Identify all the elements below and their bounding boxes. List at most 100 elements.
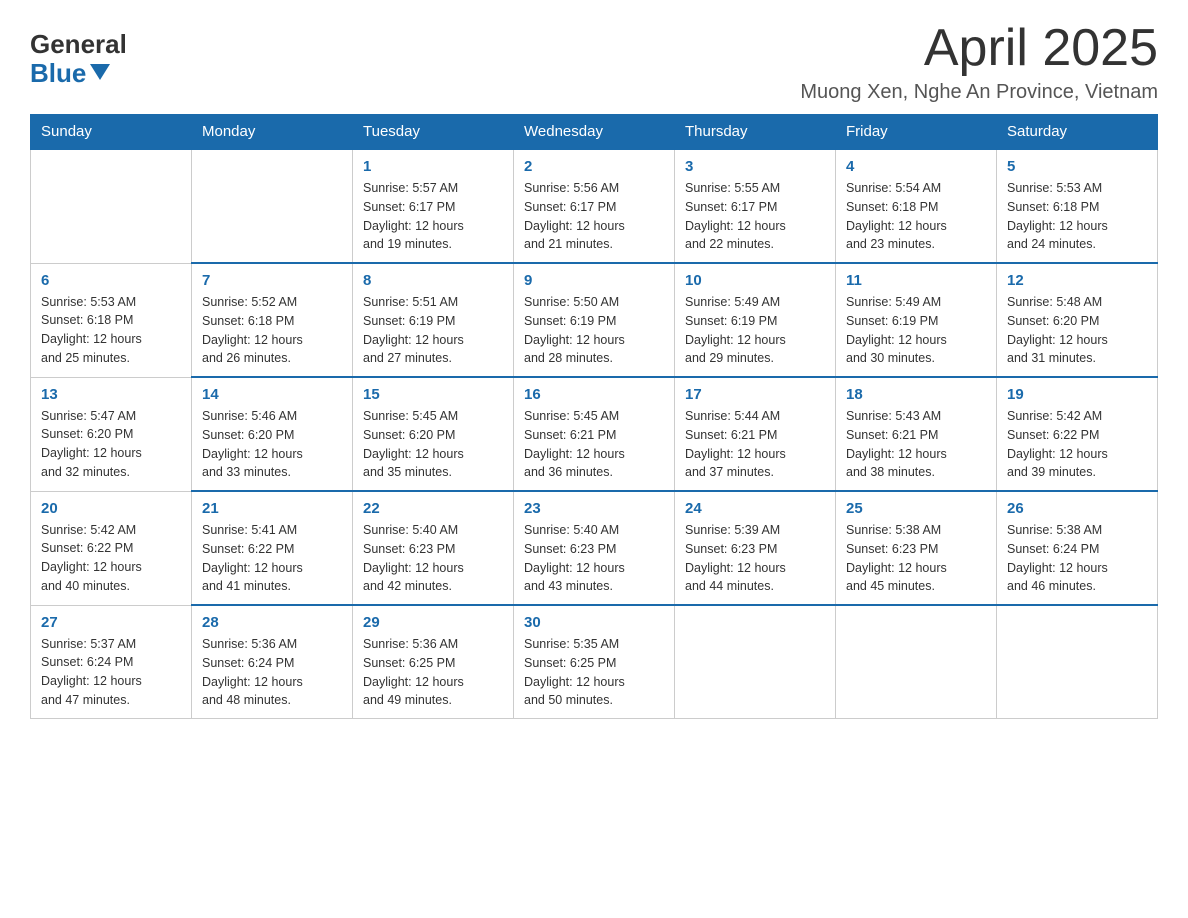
day-number: 1 xyxy=(363,158,503,175)
day-number: 17 xyxy=(685,386,825,403)
day-number: 30 xyxy=(524,614,664,631)
calendar-cell: 24Sunrise: 5:39 AM Sunset: 6:23 PM Dayli… xyxy=(675,491,836,605)
calendar-cell: 28 Sunrise: 5:36 AM Sunset: 6:24 PM Dayli… xyxy=(192,605,353,719)
day-info: Sunrise: 5:47 AM Sunset: 6:20 PM Dayligh… xyxy=(41,407,181,482)
day-number: 7 xyxy=(202,272,342,289)
day-number: 29 xyxy=(363,614,503,631)
day-info: Sunrise: 5:48 AM Sunset: 6:20 PM Dayligh… xyxy=(1007,293,1147,368)
day-number: 3 xyxy=(685,158,825,175)
calendar-cell xyxy=(836,605,997,719)
calendar-cell xyxy=(675,605,836,719)
day-number: 2 xyxy=(524,158,664,175)
location-subtitle: Muong Xen, Nghe An Province, Vietnam xyxy=(800,81,1158,104)
title-area: April 2025 Muong Xen, Nghe An Province, … xyxy=(800,20,1158,104)
day-info: Sunrise: 5:43 AM Sunset: 6:21 PM Dayligh… xyxy=(846,407,986,482)
calendar-cell: 13 Sunrise: 5:47 AM Sunset: 6:20 PM Dayli… xyxy=(31,377,192,491)
day-info: Sunrise: 5:36 AM Sunset: 6:25 PM Dayligh… xyxy=(363,635,503,710)
day-number: 26 xyxy=(1007,500,1147,517)
header: General Blue April 2025 Muong Xen, Nghe … xyxy=(30,20,1158,104)
day-number: 13 xyxy=(41,386,181,403)
weekday-header-row: SundayMondayTuesdayWednesdayThursdayFrid… xyxy=(31,115,1158,150)
logo: General Blue xyxy=(30,30,127,87)
calendar-cell xyxy=(192,149,353,263)
day-number: 9 xyxy=(524,272,664,289)
calendar-cell: 14 Sunrise: 5:46 AM Sunset: 6:20 PM Dayli… xyxy=(192,377,353,491)
day-info: Sunrise: 5:36 AM Sunset: 6:24 PM Dayligh… xyxy=(202,635,342,710)
calendar-cell: 3Sunrise: 5:55 AM Sunset: 6:17 PM Daylig… xyxy=(675,149,836,263)
weekday-header-thursday: Thursday xyxy=(675,115,836,150)
day-info: Sunrise: 5:53 AM Sunset: 6:18 PM Dayligh… xyxy=(41,293,181,368)
calendar-table: SundayMondayTuesdayWednesdayThursdayFrid… xyxy=(30,114,1158,719)
day-info: Sunrise: 5:50 AM Sunset: 6:19 PM Dayligh… xyxy=(524,293,664,368)
calendar-cell: 11 Sunrise: 5:49 AM Sunset: 6:19 PM Dayli… xyxy=(836,263,997,377)
day-number: 16 xyxy=(524,386,664,403)
day-info: Sunrise: 5:42 AM Sunset: 6:22 PM Dayligh… xyxy=(41,521,181,596)
day-info: Sunrise: 5:56 AM Sunset: 6:17 PM Dayligh… xyxy=(524,179,664,254)
day-number: 5 xyxy=(1007,158,1147,175)
calendar-cell: 29 Sunrise: 5:36 AM Sunset: 6:25 PM Dayli… xyxy=(353,605,514,719)
calendar-week-row: 6 Sunrise: 5:53 AM Sunset: 6:18 PM Daylig… xyxy=(31,263,1158,377)
calendar-cell: 17 Sunrise: 5:44 AM Sunset: 6:21 PM Dayli… xyxy=(675,377,836,491)
day-info: Sunrise: 5:51 AM Sunset: 6:19 PM Dayligh… xyxy=(363,293,503,368)
day-number: 6 xyxy=(41,272,181,289)
calendar-cell xyxy=(997,605,1158,719)
day-number: 28 xyxy=(202,614,342,631)
day-number: 22 xyxy=(363,500,503,517)
day-number: 25 xyxy=(846,500,986,517)
day-number: 18 xyxy=(846,386,986,403)
calendar-cell: 22 Sunrise: 5:40 AM Sunset: 6:23 PM Dayli… xyxy=(353,491,514,605)
day-info: Sunrise: 5:52 AM Sunset: 6:18 PM Dayligh… xyxy=(202,293,342,368)
day-number: 15 xyxy=(363,386,503,403)
logo-general-text: General xyxy=(30,30,127,59)
calendar-cell: 21 Sunrise: 5:41 AM Sunset: 6:22 PM Dayli… xyxy=(192,491,353,605)
day-info: Sunrise: 5:40 AM Sunset: 6:23 PM Dayligh… xyxy=(524,521,664,596)
calendar-week-row: 20 Sunrise: 5:42 AM Sunset: 6:22 PM Dayli… xyxy=(31,491,1158,605)
day-info: Sunrise: 5:39 AM Sunset: 6:23 PM Dayligh… xyxy=(685,521,825,596)
calendar-cell: 25 Sunrise: 5:38 AM Sunset: 6:23 PM Dayli… xyxy=(836,491,997,605)
day-number: 20 xyxy=(41,500,181,517)
weekday-header-monday: Monday xyxy=(192,115,353,150)
calendar-cell: 5Sunrise: 5:53 AM Sunset: 6:18 PM Daylig… xyxy=(997,149,1158,263)
day-info: Sunrise: 5:44 AM Sunset: 6:21 PM Dayligh… xyxy=(685,407,825,482)
calendar-cell: 16 Sunrise: 5:45 AM Sunset: 6:21 PM Dayli… xyxy=(514,377,675,491)
calendar-cell: 8 Sunrise: 5:51 AM Sunset: 6:19 PM Daylig… xyxy=(353,263,514,377)
calendar-cell: 9 Sunrise: 5:50 AM Sunset: 6:19 PM Daylig… xyxy=(514,263,675,377)
calendar-cell: 7 Sunrise: 5:52 AM Sunset: 6:18 PM Daylig… xyxy=(192,263,353,377)
day-info: Sunrise: 5:45 AM Sunset: 6:20 PM Dayligh… xyxy=(363,407,503,482)
day-info: Sunrise: 5:54 AM Sunset: 6:18 PM Dayligh… xyxy=(846,179,986,254)
day-info: Sunrise: 5:45 AM Sunset: 6:21 PM Dayligh… xyxy=(524,407,664,482)
day-info: Sunrise: 5:49 AM Sunset: 6:19 PM Dayligh… xyxy=(846,293,986,368)
calendar-cell: 2 Sunrise: 5:56 AM Sunset: 6:17 PM Daylig… xyxy=(514,149,675,263)
calendar-cell: 30 Sunrise: 5:35 AM Sunset: 6:25 PM Dayli… xyxy=(514,605,675,719)
calendar-cell: 20 Sunrise: 5:42 AM Sunset: 6:22 PM Dayli… xyxy=(31,491,192,605)
calendar-cell: 23 Sunrise: 5:40 AM Sunset: 6:23 PM Dayli… xyxy=(514,491,675,605)
day-info: Sunrise: 5:46 AM Sunset: 6:20 PM Dayligh… xyxy=(202,407,342,482)
calendar-cell: 19Sunrise: 5:42 AM Sunset: 6:22 PM Dayli… xyxy=(997,377,1158,491)
day-number: 21 xyxy=(202,500,342,517)
calendar-week-row: 13 Sunrise: 5:47 AM Sunset: 6:20 PM Dayli… xyxy=(31,377,1158,491)
day-number: 11 xyxy=(846,272,986,289)
day-info: Sunrise: 5:37 AM Sunset: 6:24 PM Dayligh… xyxy=(41,635,181,710)
calendar-cell: 26 Sunrise: 5:38 AM Sunset: 6:24 PM Dayli… xyxy=(997,491,1158,605)
day-info: Sunrise: 5:38 AM Sunset: 6:24 PM Dayligh… xyxy=(1007,521,1147,596)
logo-blue-text: Blue xyxy=(30,59,110,88)
calendar-cell: 1 Sunrise: 5:57 AM Sunset: 6:17 PM Daylig… xyxy=(353,149,514,263)
day-number: 14 xyxy=(202,386,342,403)
day-number: 8 xyxy=(363,272,503,289)
calendar-cell: 15 Sunrise: 5:45 AM Sunset: 6:20 PM Dayli… xyxy=(353,377,514,491)
calendar-cell: 10 Sunrise: 5:49 AM Sunset: 6:19 PM Dayli… xyxy=(675,263,836,377)
weekday-header-friday: Friday xyxy=(836,115,997,150)
day-info: Sunrise: 5:38 AM Sunset: 6:23 PM Dayligh… xyxy=(846,521,986,596)
day-info: Sunrise: 5:49 AM Sunset: 6:19 PM Dayligh… xyxy=(685,293,825,368)
day-info: Sunrise: 5:35 AM Sunset: 6:25 PM Dayligh… xyxy=(524,635,664,710)
day-info: Sunrise: 5:57 AM Sunset: 6:17 PM Dayligh… xyxy=(363,179,503,254)
day-number: 19 xyxy=(1007,386,1147,403)
calendar-cell: 4Sunrise: 5:54 AM Sunset: 6:18 PM Daylig… xyxy=(836,149,997,263)
day-number: 10 xyxy=(685,272,825,289)
calendar-week-row: 1 Sunrise: 5:57 AM Sunset: 6:17 PM Daylig… xyxy=(31,149,1158,263)
day-info: Sunrise: 5:41 AM Sunset: 6:22 PM Dayligh… xyxy=(202,521,342,596)
day-info: Sunrise: 5:40 AM Sunset: 6:23 PM Dayligh… xyxy=(363,521,503,596)
day-number: 23 xyxy=(524,500,664,517)
weekday-header-wednesday: Wednesday xyxy=(514,115,675,150)
calendar-cell: 6 Sunrise: 5:53 AM Sunset: 6:18 PM Daylig… xyxy=(31,263,192,377)
